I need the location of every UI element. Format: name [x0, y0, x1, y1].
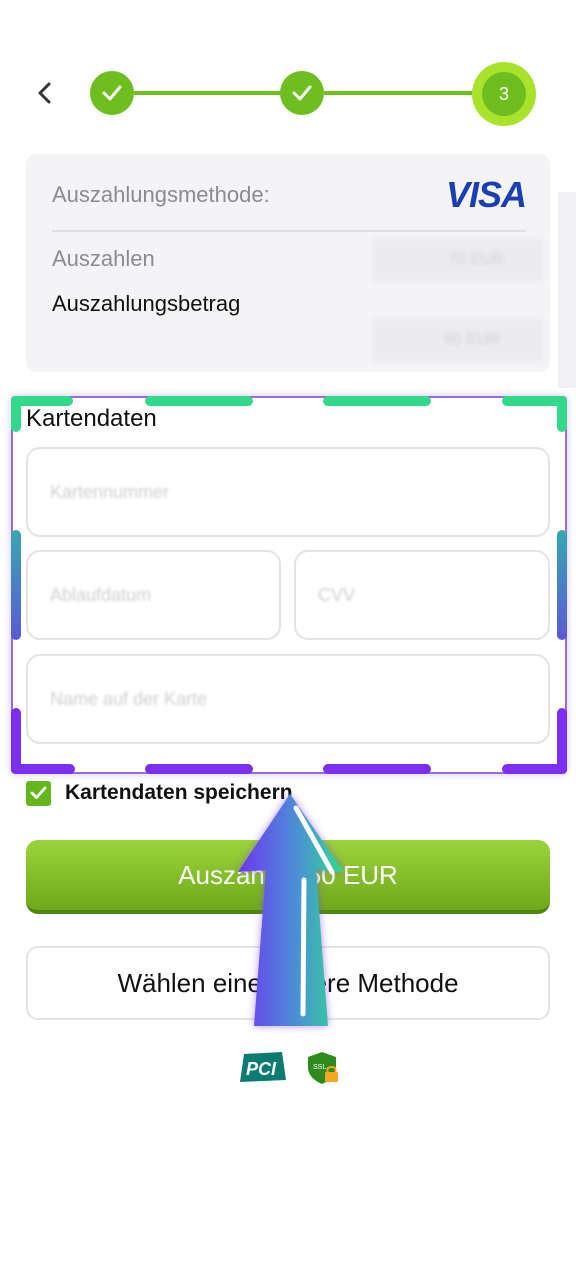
save-card-label: Kartendaten speichern — [65, 781, 293, 804]
step-2-complete — [280, 71, 324, 115]
divider — [52, 230, 526, 232]
ssl-badge-icon: SSL — [308, 1052, 338, 1084]
payout-amount-label: Auszahlungsbetrag — [52, 291, 241, 316]
expiry-date-field[interactable] — [26, 550, 281, 640]
progress-stepper: 3 — [90, 62, 536, 126]
payout-amount-value: 60 EUR — [372, 318, 544, 362]
scrollbar[interactable] — [558, 192, 576, 388]
card-number-field[interactable] — [26, 447, 550, 537]
highlight-dash — [11, 530, 21, 640]
highlight-dash — [557, 396, 567, 432]
step-number: 3 — [482, 72, 526, 116]
cvv-field[interactable] — [294, 550, 550, 640]
cardholder-name-field[interactable] — [26, 654, 550, 744]
highlight-dash — [323, 396, 431, 406]
back-button[interactable] — [28, 76, 62, 110]
payout-label: Auszahlen — [52, 246, 155, 271]
cardholder-name-input[interactable] — [50, 688, 548, 710]
save-card-toggle[interactable]: Kartendaten speichern — [26, 779, 293, 807]
payout-summary-card: Auszahlungsmethode: VISA Auszahlen 70 EU… — [26, 154, 550, 372]
highlight-dash — [145, 396, 253, 406]
pci-badge-icon: PCI — [240, 1052, 286, 1082]
card-data-title: Kartendaten — [26, 405, 157, 432]
highlight-dash — [502, 764, 567, 774]
payout-method-label: Auszahlungsmethode: — [52, 182, 270, 207]
check-icon — [30, 786, 47, 799]
card-number-input[interactable] — [50, 481, 548, 503]
pci-badge-text: PCI — [246, 1059, 277, 1079]
highlight-dash — [323, 764, 431, 774]
step-1-complete — [90, 71, 134, 115]
highlight-dash — [557, 530, 567, 640]
save-card-checkbox[interactable] — [26, 780, 51, 806]
choose-other-method-button[interactable]: Wählen eine andere Methode — [26, 946, 550, 1020]
expiry-date-input[interactable] — [50, 584, 279, 606]
highlight-dash — [145, 764, 253, 774]
highlight-dash — [11, 396, 21, 432]
check-icon — [102, 85, 122, 101]
payout-button[interactable]: Auszahlen 60 EUR — [26, 840, 550, 914]
ssl-badge-text: SSL — [313, 1064, 326, 1071]
step-3-current: 3 — [472, 62, 536, 126]
check-icon — [292, 85, 312, 101]
chevron-left-icon — [38, 82, 51, 104]
cvv-input[interactable] — [318, 584, 548, 606]
visa-logo: VISA — [445, 174, 527, 215]
step-connector — [134, 91, 282, 95]
step-connector — [324, 91, 474, 95]
highlight-dash — [11, 764, 75, 774]
payout-value: 70 EUR — [372, 238, 544, 282]
